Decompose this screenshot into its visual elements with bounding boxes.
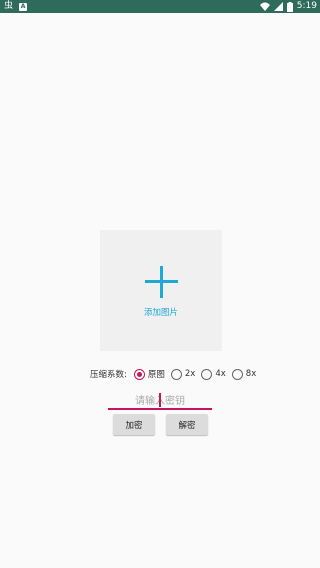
status-left: 虫 A (4, 1, 28, 12)
accessibility-icon: A (19, 2, 28, 11)
battery-icon (286, 1, 293, 12)
radio-8x-label: 8x (245, 369, 257, 379)
decrypt-button[interactable]: 解密 (166, 414, 208, 435)
radio-2x-circle[interactable] (170, 368, 182, 380)
radio-8x-circle[interactable] (231, 368, 243, 380)
key-input-wrapper (108, 389, 212, 411)
radio-original-circle[interactable] (133, 368, 145, 380)
status-right: 5:19 (259, 1, 317, 12)
signal-icon (273, 2, 283, 11)
plus-icon-vertical (160, 266, 163, 298)
radio-2x-label: 2x (184, 369, 196, 379)
radio-2x[interactable]: 2x (170, 368, 196, 380)
status-time: 5:19 (296, 1, 317, 11)
key-input-underline (108, 408, 212, 410)
radio-4x-circle[interactable] (201, 368, 213, 380)
add-image-label: 添加图片 (143, 308, 178, 318)
radio-8x[interactable]: 8x (231, 368, 257, 380)
wifi-icon (259, 2, 270, 11)
accessibility-icon-letter: A (20, 2, 26, 10)
radio-4x-label: 4x (215, 369, 226, 379)
add-image-area[interactable]: 添加图片 (100, 230, 222, 351)
app-notification-icon: 虫 (4, 1, 14, 11)
compression-selector: 压缩系数: 原图 2x 4x 8x (90, 366, 262, 382)
radio-original[interactable]: 原图 (133, 368, 165, 380)
text-cursor (159, 393, 161, 407)
compression-label: 压缩系数: (90, 370, 127, 380)
encrypt-button[interactable]: 加密 (113, 414, 155, 435)
radio-original-label: 原图 (147, 370, 165, 380)
radio-4x[interactable]: 4x (201, 368, 226, 380)
status-bar: 虫 A 5:19 (0, 0, 320, 13)
